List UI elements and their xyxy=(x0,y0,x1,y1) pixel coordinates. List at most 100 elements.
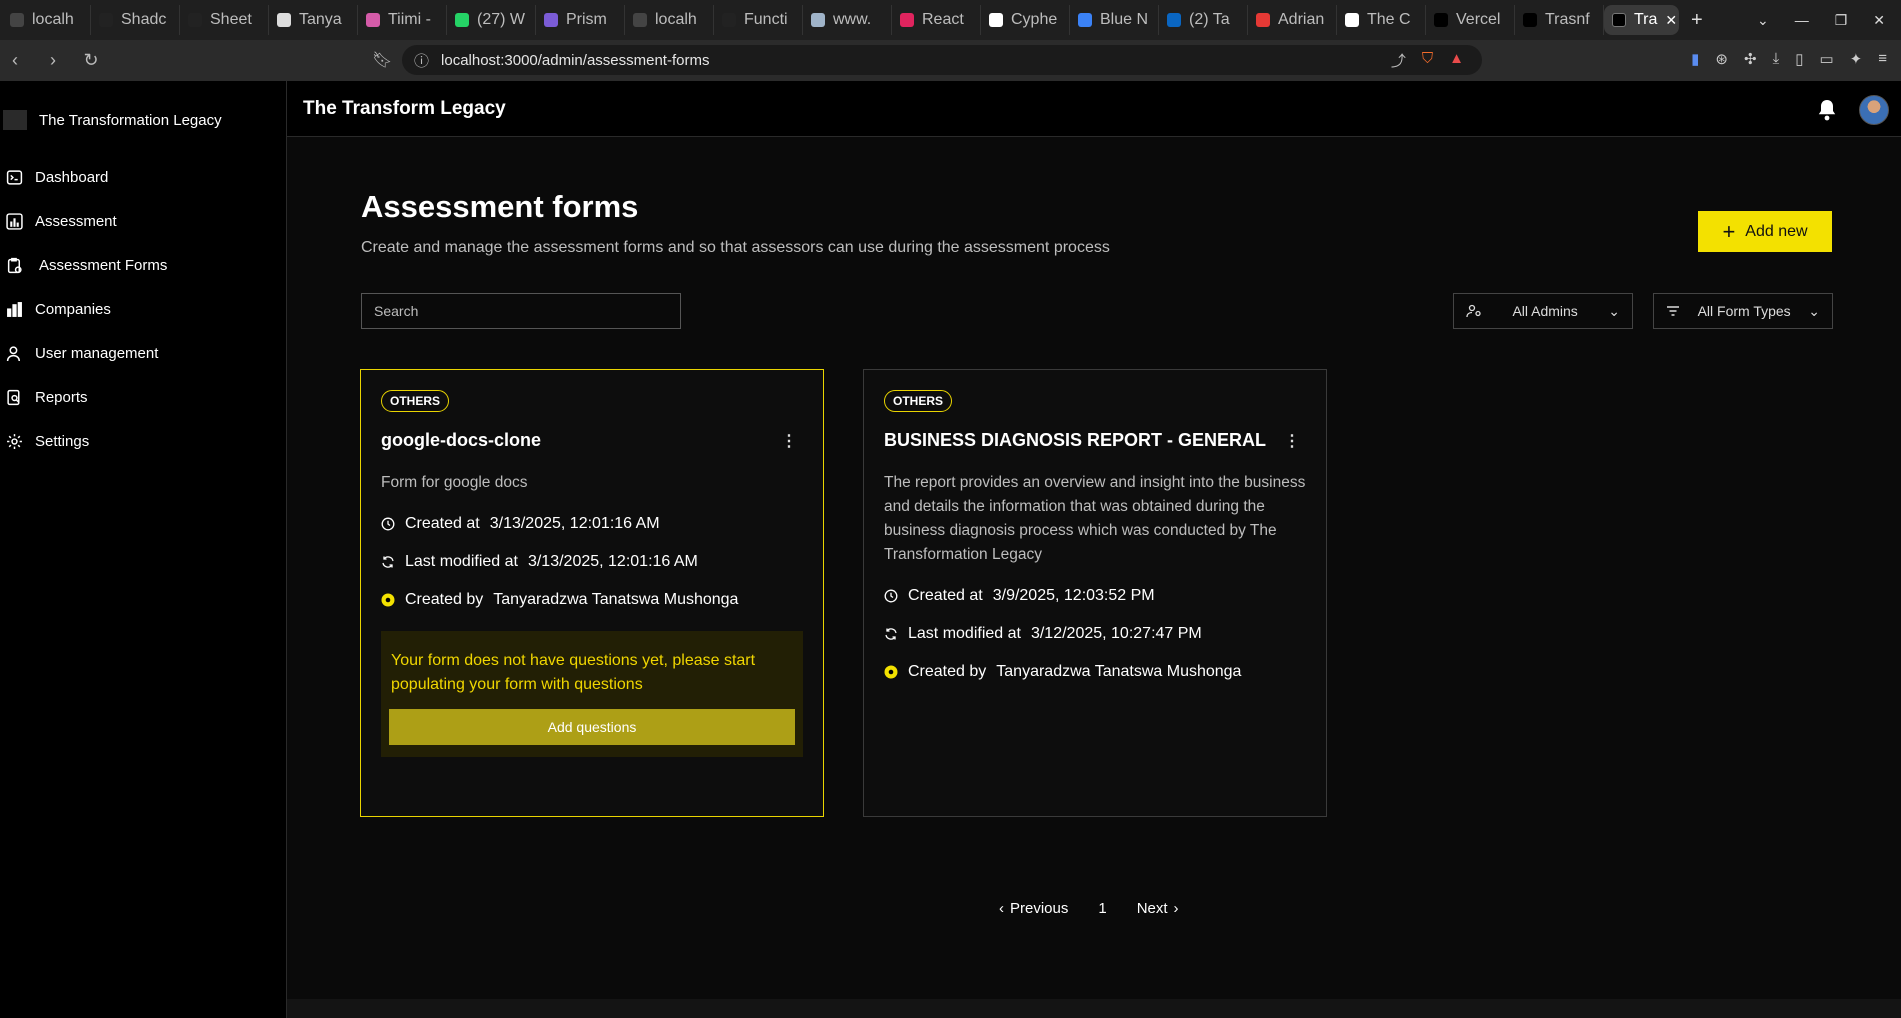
modified-at-row: Last modified at 3/13/2025, 12:01:16 AM xyxy=(381,553,803,571)
avatar[interactable] xyxy=(1859,95,1889,125)
bookmark-icon[interactable]: 🔖︎ xyxy=(372,50,392,70)
favicon-icon xyxy=(1523,13,1537,27)
next-page-button[interactable]: Next › xyxy=(1137,900,1179,917)
sidebar-item-user-management[interactable]: User management xyxy=(0,331,286,375)
clock-icon xyxy=(884,589,898,603)
browser-tab[interactable]: Prism xyxy=(536,5,625,35)
sidebar-item-reports[interactable]: Reports xyxy=(0,375,286,419)
browser-tab[interactable]: React xyxy=(892,5,981,35)
kebab-menu-icon[interactable]: ⋮ xyxy=(781,431,803,451)
share-icon[interactable]: ⤴ xyxy=(1391,50,1406,71)
tab-label: localh xyxy=(655,11,697,28)
sidebar-toggle-icon[interactable]: ▯ xyxy=(1795,50,1803,68)
browser-tab[interactable]: Tiimi - xyxy=(358,5,447,35)
new-tab-button[interactable]: + xyxy=(1691,9,1703,32)
sidebar-item-label: Assessment xyxy=(35,212,117,230)
form-card[interactable]: OTHERS BUSINESS DIAGNOSIS REPORT - GENER… xyxy=(863,369,1327,817)
admin-filter-dropdown[interactable]: All Admins ⌄ xyxy=(1453,293,1633,329)
reload-icon[interactable]: ↻ xyxy=(76,50,106,71)
browser-tab[interactable]: (27) W xyxy=(447,5,536,35)
bell-icon[interactable] xyxy=(1817,99,1837,121)
back-icon[interactable]: ‹ xyxy=(0,50,30,71)
tab-label: (27) W xyxy=(477,11,525,28)
address-bar[interactable]: ⓘ localhost:3000/admin/assessment-forms … xyxy=(402,45,1482,75)
download-icon[interactable]: ⤓ xyxy=(1773,50,1780,68)
clipboard-icon xyxy=(7,257,22,273)
leo-ai-icon[interactable]: ✦ xyxy=(1850,50,1863,68)
modified-at-label: Last modified at xyxy=(405,553,518,570)
tab-label: Blue N xyxy=(1100,11,1149,28)
form-type-filter-dropdown[interactable]: All Form Types ⌄ xyxy=(1653,293,1833,329)
close-window-icon[interactable]: ✕ xyxy=(1873,12,1885,29)
favicon-icon xyxy=(989,13,1003,27)
window-controls: ⌄ — ❐ ✕ xyxy=(1757,0,1901,40)
user-key-icon xyxy=(1466,304,1481,318)
brave-shield-icon[interactable]: ⛉ xyxy=(1422,50,1433,71)
browser-tab[interactable]: (2) Ta xyxy=(1159,5,1248,35)
sidebar-item-assessment-forms[interactable]: Assessment Forms xyxy=(0,243,286,287)
tab-label: Trasnf xyxy=(1545,11,1590,28)
wallet-icon[interactable]: ▮ xyxy=(1691,50,1699,68)
author-dot-icon xyxy=(884,665,898,679)
browser-tab[interactable]: Vercel xyxy=(1426,5,1515,35)
browser-tab[interactable]: Sheet xyxy=(180,5,269,35)
browser-tab[interactable]: Trasnf xyxy=(1515,5,1604,35)
minimize-icon[interactable]: — xyxy=(1795,12,1809,28)
sidebar-item-assessment[interactable]: Assessment xyxy=(0,199,286,243)
browser-tab[interactable]: The C xyxy=(1337,5,1426,35)
sidebar: The Transformation Legacy Dashboard Asse… xyxy=(0,81,287,1018)
card-description: Form for google docs xyxy=(381,474,528,491)
created-at-value: 3/9/2025, 12:03:52 PM xyxy=(992,587,1155,604)
sidebar-item-settings[interactable]: Settings xyxy=(0,419,286,463)
favicon-icon xyxy=(455,13,469,27)
extension-icon[interactable]: ⊛ xyxy=(1715,50,1728,68)
menu-icon[interactable]: ≡ xyxy=(1878,50,1887,68)
browser-tab[interactable]: www. xyxy=(803,5,892,35)
sidebar-item-dashboard[interactable]: Dashboard xyxy=(0,155,286,199)
browser-tab[interactable]: Cyphe xyxy=(981,5,1070,35)
browser-tab[interactable]: localh xyxy=(2,5,91,35)
browser-tab[interactable]: Adrian xyxy=(1248,5,1337,35)
brand-name: The Transformation Legacy xyxy=(39,111,222,129)
browser-tab-active[interactable]: Tra ✕ xyxy=(1604,5,1679,35)
kebab-menu-icon[interactable]: ⋮ xyxy=(1284,431,1306,451)
favicon-icon xyxy=(1256,13,1270,27)
add-new-button[interactable]: + Add new xyxy=(1698,211,1832,252)
brave-rewards-icon[interactable]: ▲ xyxy=(1449,50,1464,71)
close-tab-icon[interactable]: ✕ xyxy=(1665,12,1677,29)
favicon-icon xyxy=(1345,13,1359,27)
search-input[interactable] xyxy=(361,293,681,329)
favicon-icon xyxy=(1167,13,1181,27)
sidebar-item-companies[interactable]: Companies xyxy=(0,287,286,331)
favicon-icon xyxy=(188,13,202,27)
created-by-row: Created by Tanyaradzwa Tanatswa Mushonga xyxy=(381,591,803,609)
browser-tab[interactable]: Shadc xyxy=(91,5,180,35)
previous-page-button[interactable]: ‹ Previous xyxy=(999,900,1068,917)
tab-list-icon[interactable]: ⌄ xyxy=(1757,12,1769,29)
clock-icon xyxy=(381,517,395,531)
sidebar-item-label: User management xyxy=(35,344,159,362)
browser-tab[interactable]: localh xyxy=(625,5,714,35)
user-icon xyxy=(6,345,21,361)
favicon-icon xyxy=(900,13,914,27)
sidebar-item-label: Reports xyxy=(35,388,88,406)
empty-questions-notice: Your form does not have questions yet, p… xyxy=(381,631,803,757)
restore-icon[interactable]: ❐ xyxy=(1835,12,1848,29)
modified-at-label: Last modified at xyxy=(908,625,1021,642)
wallet-card-icon[interactable]: ▭ xyxy=(1819,50,1833,68)
page-description: Create and manage the assessment forms a… xyxy=(361,239,1110,256)
brand[interactable]: The Transformation Legacy xyxy=(0,81,286,141)
form-card[interactable]: OTHERS google-docs-clone ⋮ Form for goog… xyxy=(360,369,824,817)
forward-icon[interactable]: › xyxy=(38,50,68,71)
tab-label: The C xyxy=(1367,11,1411,28)
page-number[interactable]: 1 xyxy=(1098,900,1106,917)
browser-tab[interactable]: Tanya xyxy=(269,5,358,35)
puzzle-icon[interactable]: ✣ xyxy=(1744,50,1757,68)
add-questions-button[interactable]: Add questions xyxy=(389,709,795,745)
site-info-icon[interactable]: ⓘ xyxy=(414,50,429,71)
card-title: BUSINESS DIAGNOSIS REPORT - GENERAL xyxy=(884,430,1267,450)
created-at-row: Created at 3/13/2025, 12:01:16 AM xyxy=(381,515,803,533)
browser-tab[interactable]: Functi xyxy=(714,5,803,35)
browser-tab[interactable]: Blue N xyxy=(1070,5,1159,35)
tab-label: localh xyxy=(32,11,74,28)
